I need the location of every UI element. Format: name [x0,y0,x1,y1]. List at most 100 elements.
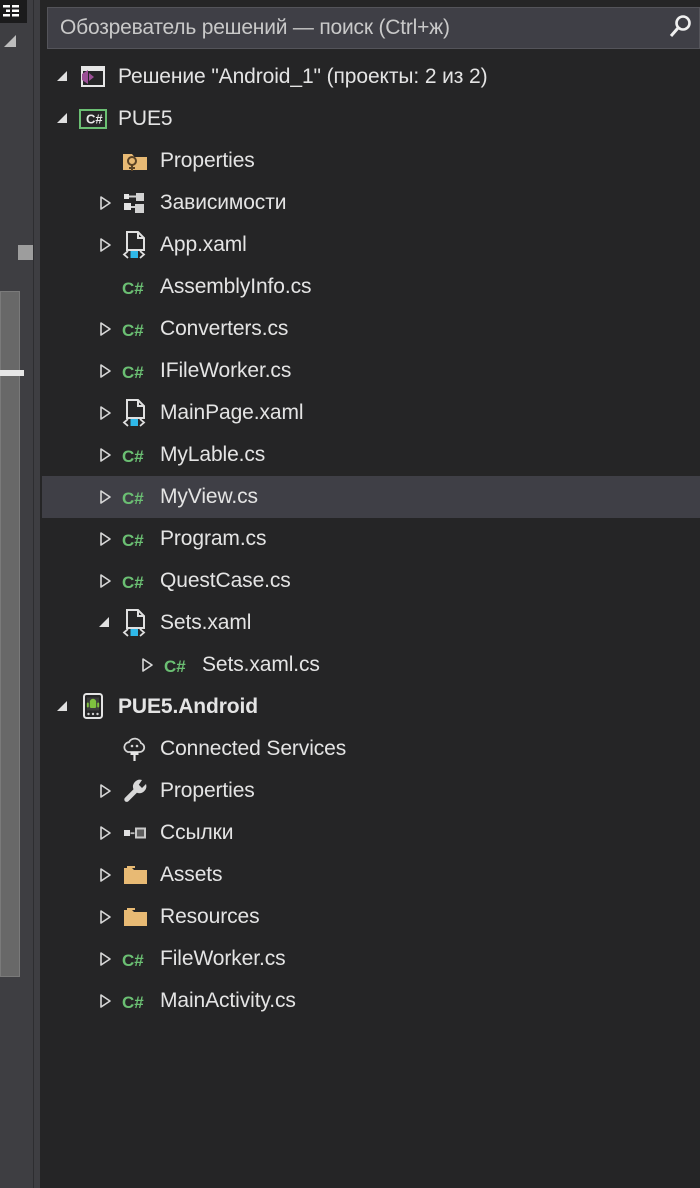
expander-collapse[interactable] [50,56,76,98]
expander-collapse[interactable] [50,98,76,140]
tree-row[interactable]: C#IFileWorker.cs [42,350,700,392]
solution-explorer-panel: Решение "Android_1" (проекты: 2 из 2)C#P… [0,0,700,1188]
toolbar-stub[interactable] [0,0,27,23]
csharp-file-icon: C# [118,980,152,1022]
tree-row[interactable]: C#QuestCase.cs [42,560,700,602]
expander-expand[interactable] [92,182,118,224]
search-button[interactable] [655,8,699,48]
scrollbar-tick [0,370,24,376]
xaml-file-icon [118,392,152,434]
search-input[interactable] [48,16,655,40]
tree-row-label: Зависимости [152,191,286,215]
tree-row[interactable]: App.xaml [42,224,700,266]
tree-row-label: Assets [152,863,222,887]
tree-row[interactable]: MainPage.xaml [42,392,700,434]
tree-row[interactable]: Properties [42,770,700,812]
expander-expand[interactable] [92,224,118,266]
svg-text:C#: C# [122,531,144,550]
tree-row[interactable]: Resources [42,896,700,938]
expander-expand[interactable] [92,560,118,602]
tree-row-label: Решение "Android_1" (проекты: 2 из 2) [110,65,488,89]
search-bar[interactable] [47,7,700,49]
triangle-right-icon [97,363,113,379]
expander-expand[interactable] [92,812,118,854]
expander-expand[interactable] [92,770,118,812]
csharp-file-icon: C# [118,938,152,980]
triangle-right-icon [97,321,113,337]
triangle-right-icon [97,573,113,589]
gutter-divider [33,0,34,1188]
tree-row[interactable]: C#MyView.cs [42,476,700,518]
wrench-icon [118,770,152,812]
folder-icon [118,854,152,896]
expander-expand[interactable] [134,644,160,686]
csharp-file-icon: C# [118,518,152,560]
tree-row[interactable]: C#MyLable.cs [42,434,700,476]
svg-text:C#: C# [122,363,144,382]
expander-expand[interactable] [92,308,118,350]
tree-row-label: Sets.xaml [152,611,251,635]
tree-row[interactable]: Connected Services [42,728,700,770]
tree-row-label: Connected Services [152,737,346,761]
tree-row-label: MyLable.cs [152,443,265,467]
solution-tree[interactable]: Решение "Android_1" (проекты: 2 из 2)C#P… [42,56,700,1056]
expander-expand[interactable] [92,938,118,980]
triangle-right-icon [97,531,113,547]
triangle-down-icon [55,111,71,127]
expander-expand[interactable] [92,980,118,1022]
tree-row[interactable]: Assets [42,854,700,896]
csharp-file-icon: C# [118,266,152,308]
tree-row[interactable]: Ссылки [42,812,700,854]
properties-window-icon [2,3,24,21]
tree-row[interactable]: C# Program.cs [42,518,700,560]
tree-row[interactable]: C#MainActivity.cs [42,980,700,1022]
tree-row[interactable]: C#Sets.xaml.cs [42,644,700,686]
expander-expand[interactable] [92,518,118,560]
tree-row-label: Resources [152,905,259,929]
expander-placeholder [92,266,118,308]
tree-row[interactable]: Sets.xaml [42,602,700,644]
expander-collapse[interactable] [92,602,118,644]
csharp-file-icon: C# [118,434,152,476]
tree-row[interactable]: Решение "Android_1" (проекты: 2 из 2) [42,56,700,98]
tree-row[interactable]: Properties [42,140,700,182]
scrollbar-up-arrow[interactable] [2,33,20,49]
dependencies-icon [118,182,152,224]
search-icon [665,13,695,43]
csharp-file-icon: C# [118,350,152,392]
tree-row-label: Program.cs [152,527,266,551]
tree-row[interactable]: PUE5.Android [42,686,700,728]
scroll-up-arrow-icon [2,33,20,49]
expander-collapse[interactable] [50,686,76,728]
svg-text:C#: C# [164,657,186,676]
expander-expand[interactable] [92,350,118,392]
csharp-project-icon: C# [76,98,110,140]
tree-row-label: QuestCase.cs [152,569,291,593]
tree-row[interactable]: C#AssemblyInfo.cs [42,266,700,308]
vertical-scrollbar-track[interactable] [0,50,20,1188]
scrollbar-marker [18,245,33,260]
expander-expand[interactable] [92,476,118,518]
tree-row[interactable]: C#FileWorker.cs [42,938,700,980]
vertical-scrollbar-thumb[interactable] [0,291,20,977]
expander-expand[interactable] [92,434,118,476]
references-icon [118,812,152,854]
tree-row-label: Ссылки [152,821,233,845]
expander-expand[interactable] [92,854,118,896]
expander-expand[interactable] [92,392,118,434]
tree-row-label: FileWorker.cs [152,947,286,971]
tree-row[interactable]: C#Converters.cs [42,308,700,350]
svg-text:C#: C# [122,993,144,1012]
triangle-down-icon [97,615,113,631]
tree-row-label: MainPage.xaml [152,401,303,425]
properties-folder-icon [118,140,152,182]
csharp-file-icon: C# [160,644,194,686]
expander-expand[interactable] [92,896,118,938]
svg-text:C#: C# [86,112,103,127]
connected-services-icon [118,728,152,770]
tree-row[interactable]: Зависимости [42,182,700,224]
triangle-right-icon [97,993,113,1009]
tree-row[interactable]: C#PUE5 [42,98,700,140]
tree-row-label: PUE5.Android [110,695,258,719]
android-project-icon [76,686,110,728]
